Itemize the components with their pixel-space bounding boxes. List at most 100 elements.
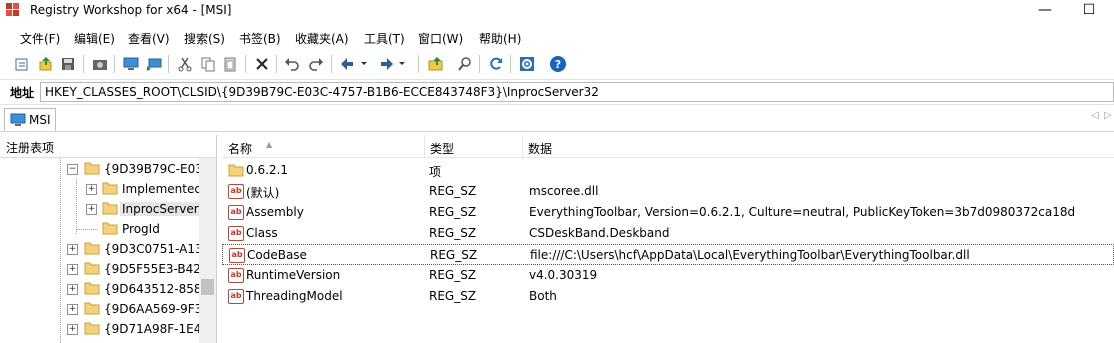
value-data: v4.0.30319 <box>529 268 598 282</box>
toolbar-separator <box>418 55 419 73</box>
value-data: EverythingToolbar, Version=0.6.2.1, Cult… <box>529 205 1076 219</box>
tree-pane: 注册表项 − {9D39B79C-E03C + Implemented + In… <box>0 135 217 343</box>
refresh-icon[interactable] <box>486 54 506 74</box>
delete-icon[interactable] <box>252 54 272 74</box>
table-row[interactable]: 0.6.2.1 项 <box>222 160 1114 181</box>
menu-help[interactable]: 帮助(H) <box>479 30 521 47</box>
expand-icon[interactable]: + <box>67 304 78 315</box>
menu-favorites[interactable]: 收藏夹(A) <box>295 30 349 47</box>
expand-icon[interactable]: + <box>67 244 78 255</box>
find-icon[interactable] <box>455 54 475 74</box>
table-row[interactable]: ab (默认) REG_SZ mscoree.dll <box>222 181 1114 202</box>
tree-item-9d71a98f[interactable]: + {9D71A98F-1E45 <box>0 319 209 339</box>
undo-icon[interactable] <box>282 54 302 74</box>
window-title: Registry Workshop for x64 - [MSI] <box>30 3 232 17</box>
tree-item-progid[interactable]: ProgId <box>0 219 199 239</box>
minimize-button[interactable]: — <box>1022 0 1068 22</box>
forward-icon[interactable] <box>376 54 408 74</box>
toolbar-separator <box>479 55 480 73</box>
tab-scroll-right-icon[interactable]: ▷ <box>1104 110 1112 121</box>
toolbar-separator <box>83 55 84 73</box>
expand-icon[interactable]: + <box>86 184 97 195</box>
tab-strip: MSI ◁ ▷ <box>0 106 1114 132</box>
tree-item-label: {9D39B79C-E03C <box>104 162 212 176</box>
tree-scrollbar[interactable] <box>199 158 216 343</box>
expand-icon[interactable]: + <box>67 264 78 275</box>
table-row[interactable]: ab RuntimeVersion REG_SZ v4.0.30319 <box>222 265 1114 286</box>
value-type: 项 <box>429 165 442 179</box>
table-row[interactable]: ab Class REG_SZ CSDeskBand.Deskband <box>222 223 1114 244</box>
menu-tools[interactable]: 工具(T) <box>364 30 405 47</box>
copy-icon[interactable] <box>198 54 218 74</box>
menu-edit[interactable]: 编辑(E) <box>74 30 115 47</box>
folder-icon <box>84 322 100 335</box>
value-data: Both <box>529 289 557 303</box>
menu-search[interactable]: 搜索(S) <box>184 30 225 47</box>
maximize-button[interactable]: ☐ <box>1066 0 1112 22</box>
column-header-label: 名称 <box>228 142 253 156</box>
tab-msi[interactable]: MSI <box>4 108 56 131</box>
registry-app-icon <box>6 3 19 16</box>
menu-window[interactable]: 窗口(W) <box>418 30 463 47</box>
values-list: 名称 ▲ 类型 数据 0.6.2.1 项 ab (默认) REG_SZ msco… <box>222 135 1114 343</box>
column-header-label: 数据 <box>528 142 553 156</box>
value-name: (默认) <box>246 186 280 200</box>
snapshot-icon[interactable] <box>90 54 110 74</box>
expand-icon[interactable]: + <box>67 324 78 335</box>
computer-icon[interactable] <box>121 54 141 74</box>
value-data: mscoree.dll <box>529 184 599 198</box>
tree-item-implemented-categories[interactable]: + Implemented <box>0 179 202 199</box>
cut-icon[interactable] <box>175 54 195 74</box>
toolbar-separator <box>168 55 169 73</box>
string-value-icon: ab <box>228 205 244 220</box>
expand-icon[interactable]: + <box>86 204 97 215</box>
help-icon[interactable]: ? <box>548 54 568 74</box>
tab-scroll-left-icon[interactable]: ◁ <box>1091 110 1099 121</box>
folder-icon <box>84 282 100 295</box>
folder-icon <box>84 262 100 275</box>
tree-item-9d6aa569[interactable]: + {9D6AA569-9F30 <box>0 299 210 319</box>
up-level-icon[interactable] <box>426 54 446 74</box>
column-header-name[interactable]: 名称 ▲ <box>222 135 425 158</box>
open-icon[interactable] <box>12 54 32 74</box>
menu-file[interactable]: 文件(F) <box>20 30 60 47</box>
address-label: 地址 <box>10 86 35 100</box>
table-row[interactable]: ab ThreadingModel REG_SZ Both <box>222 286 1114 307</box>
value-name: ThreadingModel <box>246 289 343 303</box>
address-input[interactable]: HKEY_CLASSES_ROOT\CLSID\{9D39B79C-E03C-4… <box>40 82 1114 102</box>
redo-icon[interactable] <box>306 54 326 74</box>
table-row-selected[interactable]: ab CodeBase REG_SZ file:///C:\Users\hcf\… <box>222 244 1114 265</box>
tree-item-9d39b79c[interactable]: − {9D39B79C-E03C <box>0 159 211 179</box>
menu-bookmarks[interactable]: 书签(B) <box>239 30 281 47</box>
value-type: REG_SZ <box>429 205 477 219</box>
tree-item-label: ProgId <box>122 222 160 236</box>
back-icon[interactable] <box>338 54 370 74</box>
folder-icon <box>102 182 118 195</box>
paste-icon[interactable] <box>220 54 240 74</box>
save-icon[interactable] <box>58 54 78 74</box>
connect-icon[interactable] <box>144 54 164 74</box>
value-type: REG_SZ <box>429 268 477 282</box>
export-icon[interactable] <box>36 54 56 74</box>
tree-item-9d5f55e3[interactable]: + {9D5F55E3-B423 <box>0 259 209 279</box>
column-header-data[interactable]: 数据 <box>522 135 1114 158</box>
value-name: CodeBase <box>247 248 307 262</box>
folder-open-icon <box>84 162 100 175</box>
tree-item-9d643512[interactable]: + {9D643512-8584 <box>0 279 209 299</box>
sort-ascending-icon: ▲ <box>266 140 273 149</box>
svg-text:?: ? <box>555 58 561 71</box>
toolbar: ? <box>0 52 1114 76</box>
tree-item-inprocserver32[interactable]: + InprocServer <box>0 199 201 219</box>
expand-icon[interactable]: + <box>67 284 78 295</box>
value-type: REG_SZ <box>430 248 478 262</box>
value-type: REG_SZ <box>429 184 477 198</box>
title-bar: Registry Workshop for x64 - [MSI] — ☐ <box>0 0 1114 22</box>
scrollbar-thumb[interactable] <box>201 279 214 295</box>
table-row[interactable]: ab Assembly REG_SZ EverythingToolbar, Ve… <box>222 202 1114 223</box>
tree-item-9d3c0751[interactable]: + {9D3C0751-A13F <box>0 239 210 259</box>
settings-icon[interactable] <box>517 54 537 74</box>
tree-item-label: {9D71A98F-1E45 <box>104 322 209 336</box>
menu-view[interactable]: 查看(V) <box>128 30 170 47</box>
column-header-type[interactable]: 类型 <box>424 135 523 158</box>
collapse-icon[interactable]: − <box>67 164 78 175</box>
